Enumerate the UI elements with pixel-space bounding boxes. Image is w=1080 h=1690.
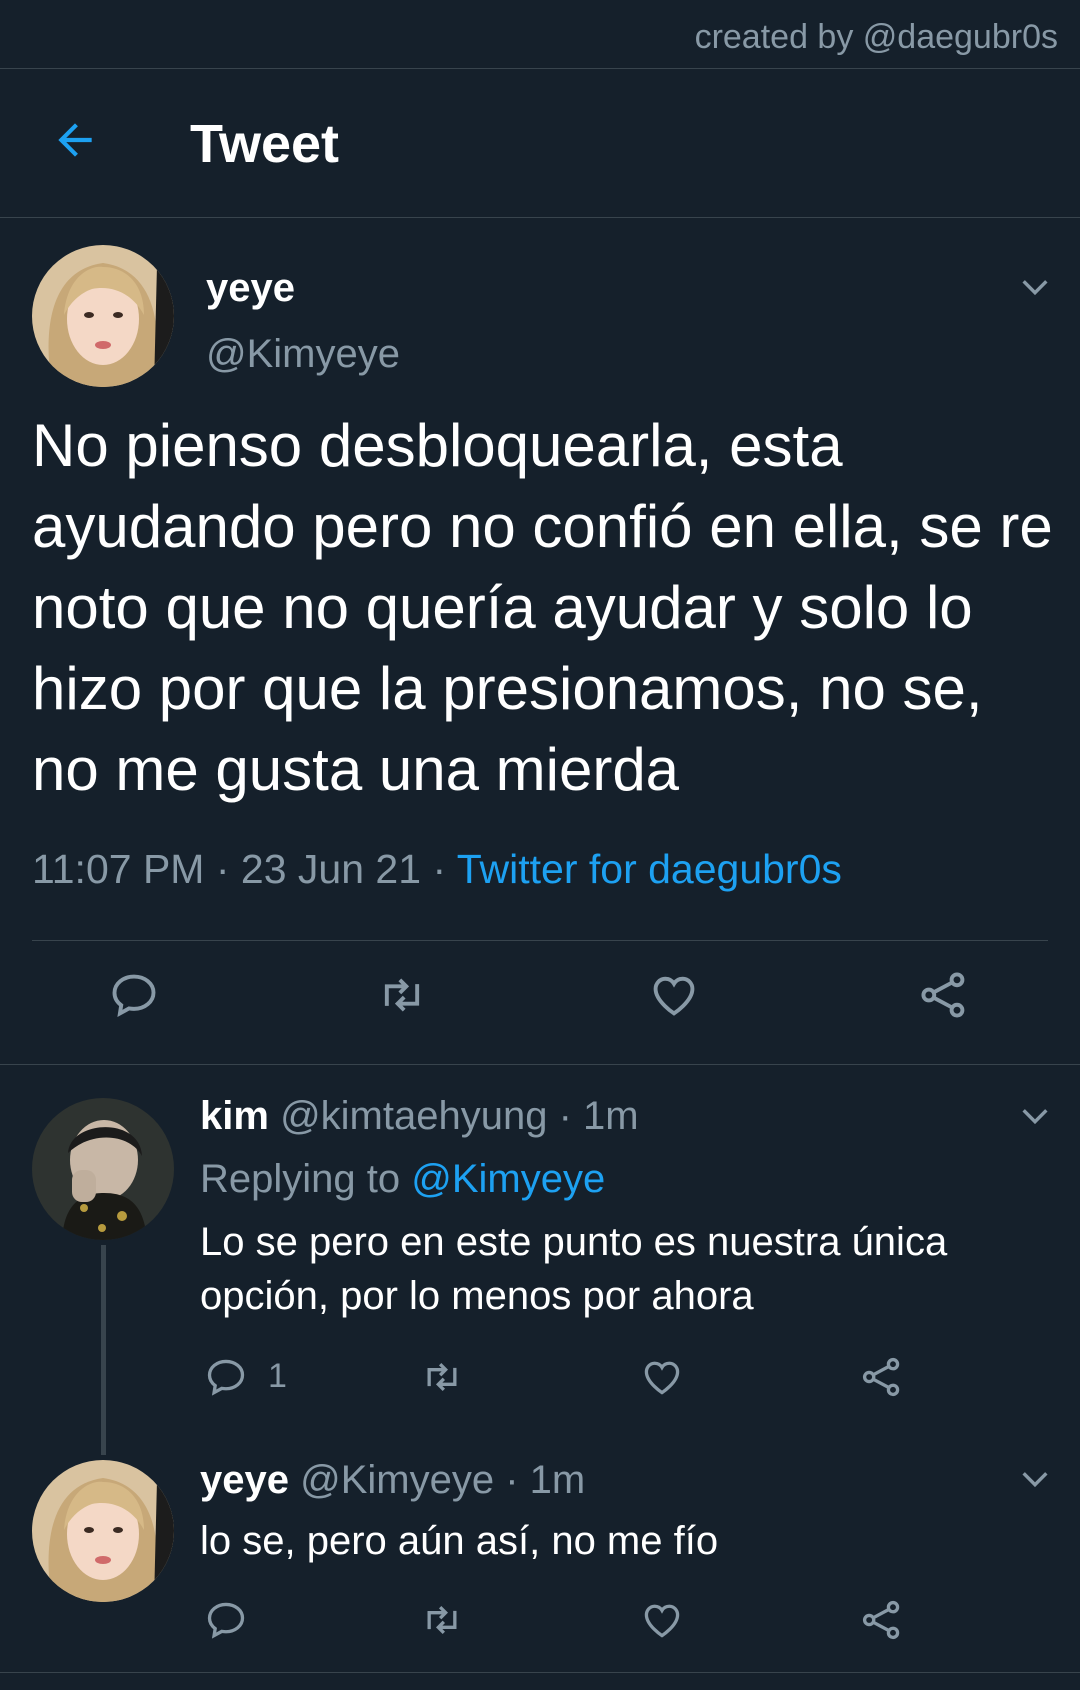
reply-author-handle[interactable]: @kimtaehyung <box>280 1094 547 1138</box>
chevron-down-icon[interactable] <box>1018 1462 1052 1496</box>
top-bar: Tweet <box>0 69 1080 218</box>
reply-author-name[interactable]: kim <box>200 1094 269 1138</box>
share-icon[interactable] <box>860 1355 904 1399</box>
reply-time: 1m <box>529 1458 586 1502</box>
replying-prefix: Replying to <box>200 1157 401 1201</box>
chevron-down-icon[interactable] <box>1018 1099 1052 1133</box>
share-icon[interactable] <box>860 1598 904 1642</box>
reply-text: lo se, pero aún así, no me fío <box>200 1519 719 1563</box>
meta-separator: · <box>505 1458 519 1502</box>
reply-time: 1m <box>583 1094 639 1138</box>
reply-text: Lo se pero en este punto es nuestra únic… <box>200 1220 948 1318</box>
tweet-meta: 11:07 PM · 23 Jun 21 · Twitter for daegu… <box>32 846 842 893</box>
author-handle[interactable]: @Kimyeye <box>206 332 400 377</box>
share-icon[interactable] <box>918 969 970 1021</box>
reply-count: 1 <box>268 1357 287 1395</box>
reply-author-name[interactable]: yeye <box>200 1458 289 1502</box>
reply-header: yeye @Kimyeye · 1m <box>200 1458 585 1503</box>
meta-separator: · <box>558 1094 572 1138</box>
reply-icon[interactable] <box>108 969 160 1021</box>
tweet-date: 23 Jun 21 <box>240 846 422 892</box>
back-arrow-icon[interactable] <box>50 115 100 165</box>
avatar[interactable] <box>32 1098 174 1240</box>
replying-mention-link[interactable]: @Kimyeye <box>411 1157 605 1201</box>
page-title: Tweet <box>190 114 340 174</box>
creator-credit: created by @daegubr0s <box>0 0 1080 69</box>
avatar[interactable] <box>32 245 174 387</box>
retweet-icon[interactable] <box>420 1355 464 1399</box>
main-tweet: yeye @Kimyeye No pienso desbloquearla, e… <box>0 218 1080 1065</box>
reply-icon[interactable] <box>204 1355 248 1399</box>
divider <box>0 1672 1080 1673</box>
tweet-text: No pienso desbloquearla, esta ayudando p… <box>32 412 1053 803</box>
reply-header: kim @kimtaehyung · 1m <box>200 1094 639 1139</box>
divider <box>32 940 1048 941</box>
meta-separator: · <box>432 846 447 892</box>
thread-line <box>101 1245 106 1455</box>
replying-to: Replying to @Kimyeye <box>200 1157 605 1202</box>
avatar[interactable] <box>32 1460 174 1602</box>
author-name[interactable]: yeye <box>206 266 295 311</box>
like-icon[interactable] <box>640 1355 684 1399</box>
like-icon[interactable] <box>640 1598 684 1642</box>
retweet-icon[interactable] <box>420 1598 464 1642</box>
reply-author-handle[interactable]: @Kimyeye <box>300 1458 494 1502</box>
like-icon[interactable] <box>648 969 700 1021</box>
retweet-icon[interactable] <box>376 969 428 1021</box>
tweet-source-link[interactable]: Twitter for daegubr0s <box>457 846 842 892</box>
chevron-down-icon[interactable] <box>1018 270 1052 304</box>
reply-icon[interactable] <box>204 1598 248 1642</box>
meta-separator: · <box>215 846 230 892</box>
tweet-time: 11:07 PM <box>32 846 205 892</box>
